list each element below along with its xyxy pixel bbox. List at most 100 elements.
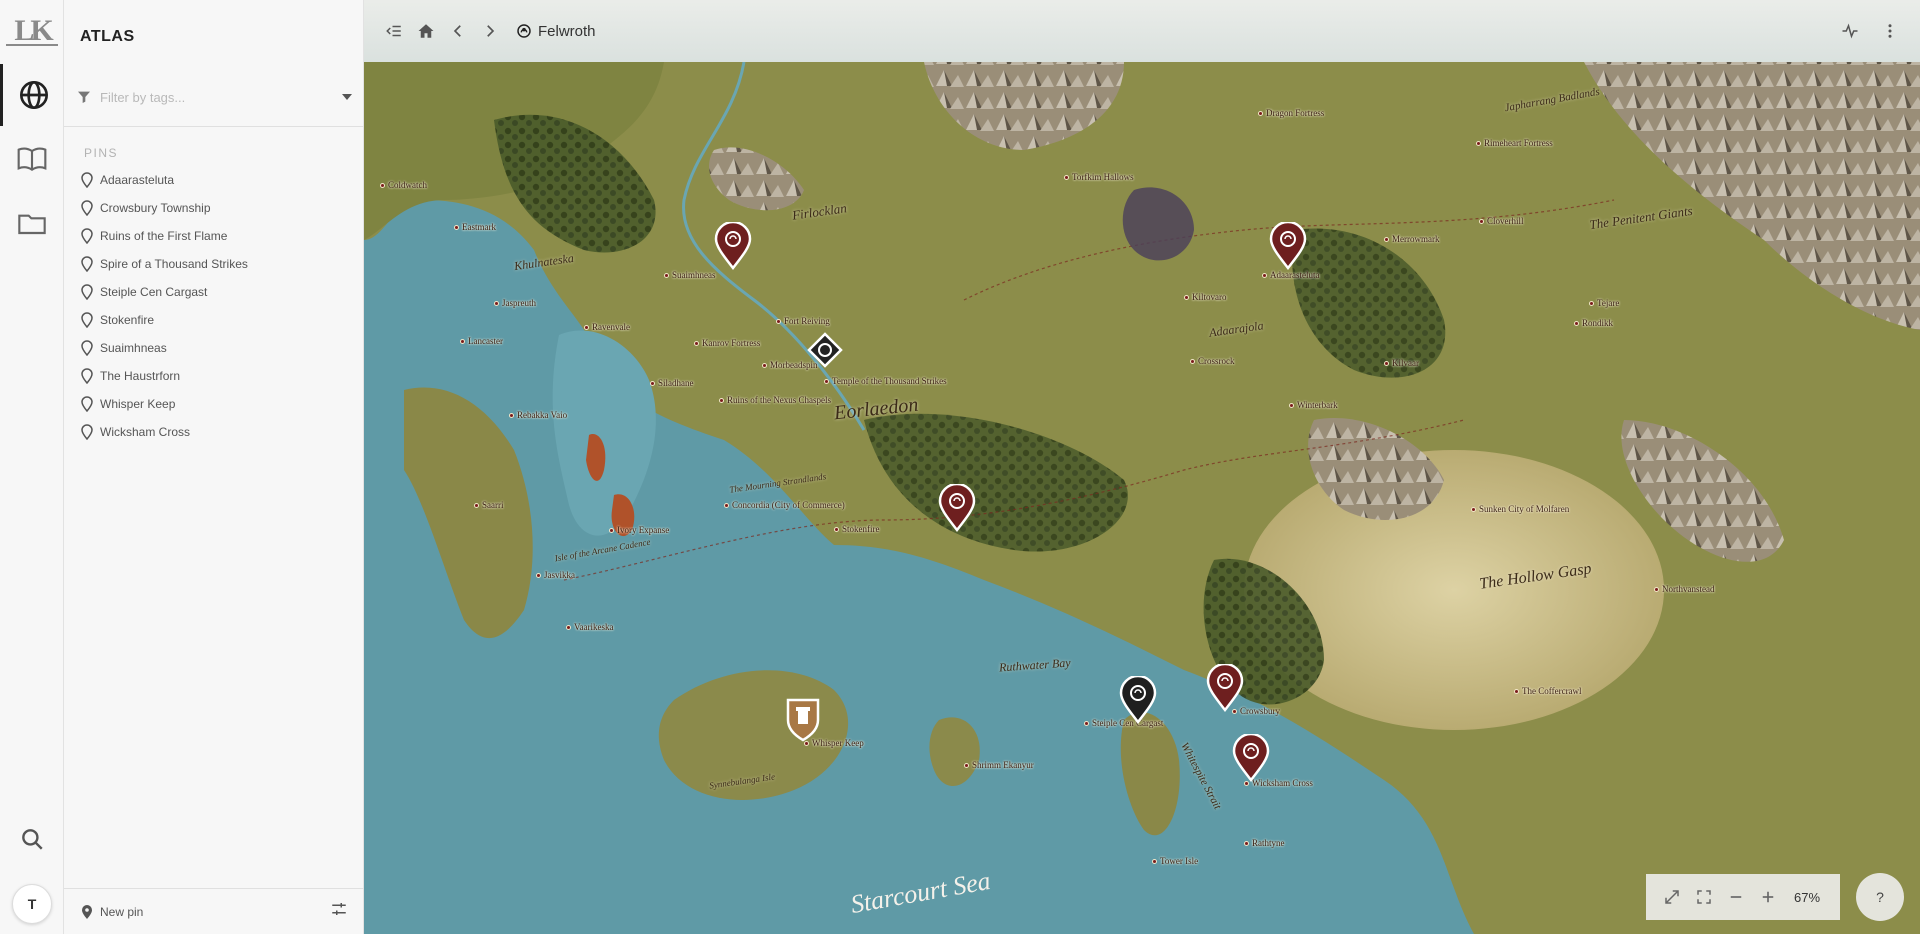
place-label[interactable]: Cloverhill [1479,216,1524,226]
rail-search-button[interactable] [0,808,64,870]
map-pin-icon [81,284,93,300]
map-pin-marker[interactable] [1232,734,1270,782]
place-label[interactable]: Lancaster [460,336,503,346]
book-icon [17,147,47,171]
place-label[interactable]: Torfkim Hallows [1064,172,1134,182]
more-options-button[interactable] [1876,17,1904,45]
pins-section-label: PINS [84,146,119,160]
pin-list-item[interactable]: The Haustrforn [80,362,350,390]
map-pin-marker[interactable] [1269,222,1307,270]
place-label[interactable]: Concordia (City of Commerce) [724,500,845,510]
back-button[interactable] [444,17,472,45]
pin-list-item[interactable]: Whisper Keep [80,390,350,418]
pin-list-item[interactable]: Suaimhneas [80,334,350,362]
pin-list-item-label: Whisper Keep [100,397,176,411]
place-label[interactable]: Siladhane [650,378,694,388]
collapse-panel-button[interactable] [380,17,408,45]
place-label[interactable]: Jasvikka [536,570,575,580]
pin-list-item[interactable]: Steiple Cen Cargast [80,278,350,306]
sliders-icon [332,903,346,915]
activity-icon [1842,23,1858,39]
place-label[interactable]: Ravenvale [584,322,630,332]
map-pin-icon [81,424,93,440]
map-pin-marker[interactable] [1119,676,1157,724]
place-label[interactable]: Suaimhneas [664,270,716,280]
place-label[interactable]: Kilvaar [1384,358,1419,368]
funnel-icon [78,91,90,103]
map-settings-button[interactable] [330,900,348,923]
place-label[interactable]: Merrowmark [1384,234,1439,244]
folder-icon [18,214,46,235]
place-label[interactable]: Stokenfire [834,524,880,534]
place-label[interactable]: Northvanstead [1654,584,1714,594]
minus-icon [1730,896,1742,898]
place-label[interactable]: Kiltovaro [1184,292,1227,302]
place-label[interactable]: Rebakka Vaio [509,410,567,420]
tag-filter[interactable]: Filter by tags... [76,84,352,110]
new-pin-button[interactable]: New pin [80,904,330,920]
place-label[interactable]: Adaarasteluta [1262,270,1319,280]
chevron-left-icon [453,25,461,37]
fullscreen-button[interactable] [1688,881,1720,913]
place-label[interactable]: Vaarikeska [566,622,613,632]
chevron-down-icon[interactable] [342,94,352,100]
map-pin-marker[interactable] [938,484,976,532]
map-pin-icon [81,256,93,272]
collapse-left-icon [386,25,401,37]
place-label[interactable]: Jaspreuth [494,298,536,308]
place-label[interactable]: Eastmark [454,222,496,232]
help-button[interactable]: ? [1856,873,1904,921]
place-label[interactable]: Tejare [1589,298,1619,308]
place-label[interactable]: Rondikk [1574,318,1613,328]
zoom-out-button[interactable] [1720,881,1752,913]
place-label[interactable]: Winterbark [1289,400,1338,410]
expand-button[interactable] [1656,881,1688,913]
pin-list-item[interactable]: Adaarasteluta [80,166,350,194]
breadcrumb[interactable]: Felwroth [516,23,596,40]
plus-icon [1762,891,1774,903]
place-label[interactable]: Coldwatch [380,180,427,190]
pin-list-item[interactable]: Stokenfire [80,306,350,334]
place-label[interactable]: Saarri [474,500,504,510]
forward-button[interactable] [476,17,504,45]
map-pin-icon [81,172,93,188]
place-label[interactable]: Ruins of the Nexus Chaspels [719,395,831,405]
pin-list-item[interactable]: Spire of a Thousand Strikes [80,250,350,278]
place-label[interactable]: Ivory Expanse [609,525,669,535]
map-pin-marker[interactable] [784,694,822,742]
map-pin-icon [81,312,93,328]
place-label[interactable]: Sunken City of Molfaren [1471,504,1569,514]
place-label[interactable]: Crossrock [1190,356,1235,366]
place-label[interactable]: Rathtyne [1244,838,1285,848]
place-label[interactable]: Fort Reiving [776,316,830,326]
app-logo[interactable]: LK [8,14,56,48]
pin-list-item[interactable]: Wicksham Cross [80,418,350,446]
rail-files-button[interactable] [0,192,64,254]
zoom-in-button[interactable] [1752,881,1784,913]
search-icon [22,829,43,850]
map-canvas[interactable]: Eorlaedon The Hollow Gasp Adaarajola Fir… [364,0,1920,934]
rail-journal-button[interactable] [0,128,64,190]
home-button[interactable] [412,17,440,45]
place-label[interactable]: The Coffercrawl [1514,686,1582,696]
map-pin-icon [81,340,93,356]
add-pin-icon [82,904,92,919]
activity-button[interactable] [1836,17,1864,45]
map-pin-marker[interactable] [714,222,752,270]
map-pin-marker[interactable] [806,330,844,378]
home-icon [418,24,434,38]
place-label[interactable]: Shrimm Ekanyur [964,760,1034,770]
rail-atlas-button[interactable] [0,64,64,126]
pin-list-item-label: The Haustrforn [100,369,181,383]
place-label[interactable]: Kanrov Fortress [694,338,760,348]
pin-list-item[interactable]: Ruins of the First Flame [80,222,350,250]
user-avatar[interactable]: T [12,884,52,924]
place-label[interactable]: Rimeheart Fortress [1476,138,1553,148]
map-pin-marker[interactable] [1206,664,1244,712]
map-pin-icon [81,368,93,384]
pin-list-item-label: Ruins of the First Flame [100,229,228,243]
place-label[interactable]: Tower Isle [1152,856,1198,866]
pin-list-item[interactable]: Crowsbury Township [80,194,350,222]
app-rail: LK T [0,0,64,934]
place-label[interactable]: Dragon Fortress [1258,108,1324,118]
